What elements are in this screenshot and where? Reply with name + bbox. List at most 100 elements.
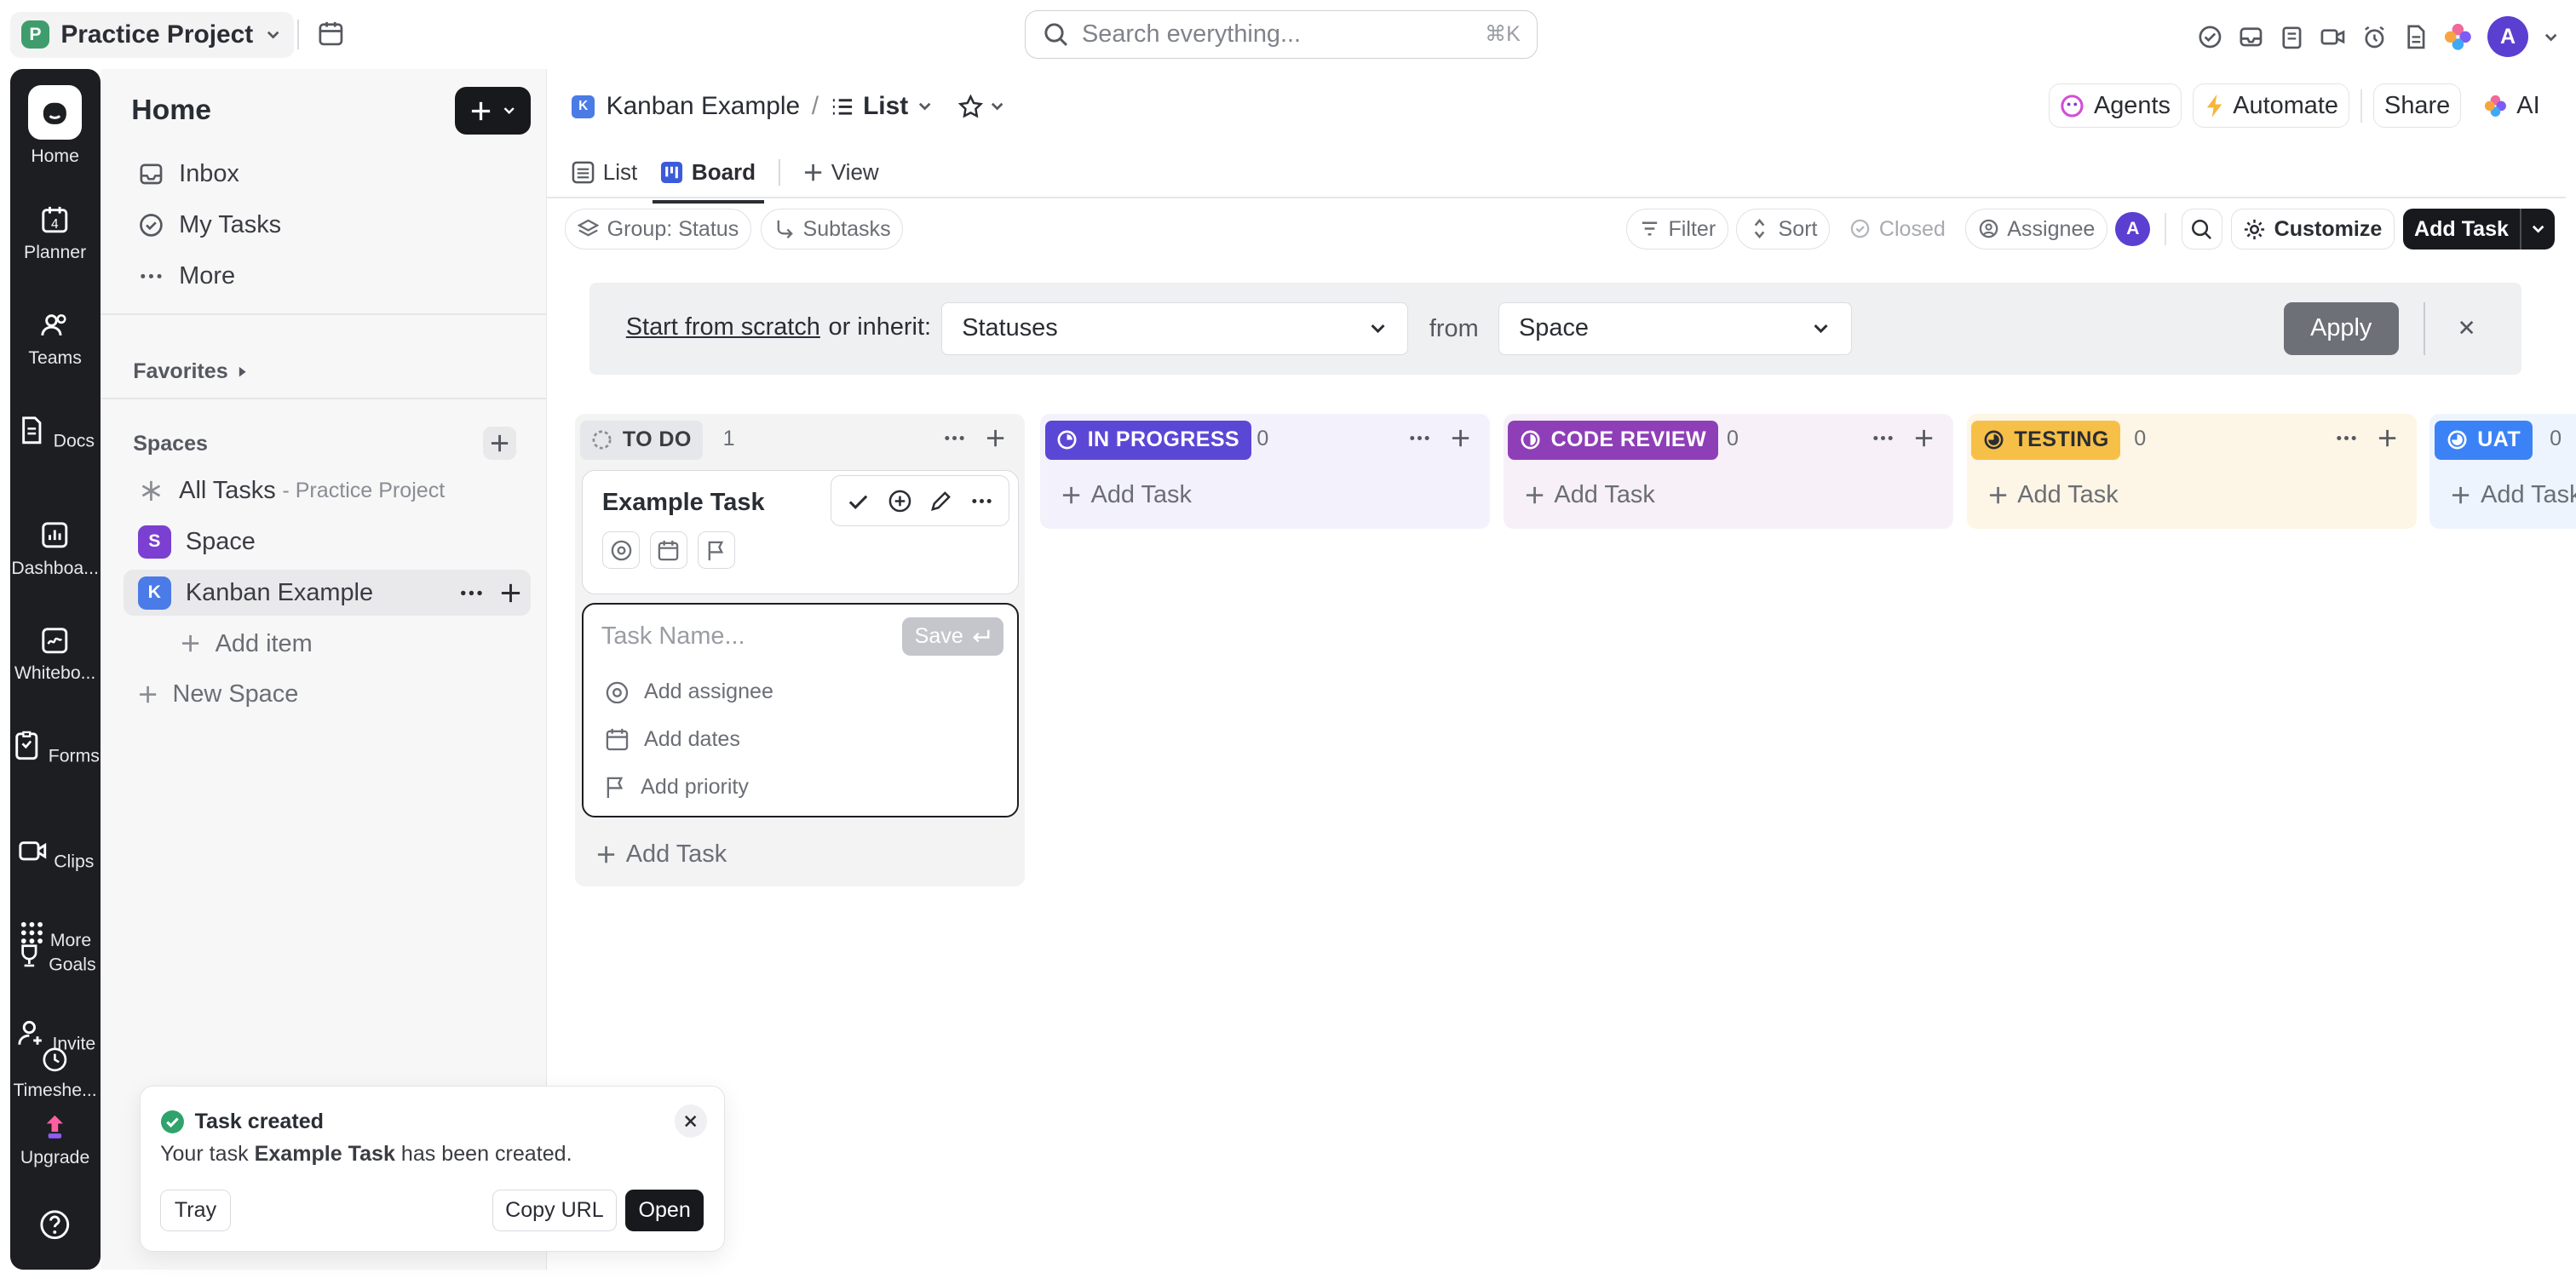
status-pill[interactable]: UAT — [2435, 420, 2533, 460]
rail-item-home[interactable]: Home — [10, 85, 101, 166]
chevron-down-icon[interactable] — [2521, 221, 2555, 237]
add-item-button[interactable]: Add item — [166, 621, 527, 667]
rail-item-planner[interactable]: 4 Planner — [10, 204, 101, 263]
customize-button[interactable]: Customize — [2230, 208, 2395, 250]
column-add-task[interactable]: Add Task — [1988, 481, 2119, 509]
assignee-icon[interactable] — [601, 531, 641, 570]
sidebar-item-all-tasks[interactable]: All Tasks - Practice Project — [124, 468, 531, 514]
more-dots-icon[interactable] — [943, 427, 966, 450]
calendar-icon[interactable] — [317, 20, 345, 48]
tab-board[interactable]: Board — [652, 150, 764, 204]
more-dots-icon[interactable] — [458, 580, 485, 606]
favorite-toggle[interactable] — [957, 94, 1005, 120]
sidebar-item-my-tasks[interactable]: My Tasks — [124, 202, 531, 248]
column-add-task[interactable]: Add Task — [2451, 481, 2576, 509]
add-view-button[interactable]: View — [803, 150, 879, 196]
pencil-icon[interactable] — [929, 490, 952, 513]
ai-button[interactable]: AI — [2472, 83, 2550, 129]
column-add-task[interactable]: Add Task — [1061, 481, 1192, 509]
plus-icon[interactable] — [1451, 428, 1470, 448]
column-add-task[interactable]: Add Task — [1525, 481, 1655, 509]
rail-item-timesheets[interactable]: Timeshe... — [10, 1045, 101, 1101]
add-priority-button[interactable]: Add priority — [605, 775, 749, 800]
task-card[interactable]: Example Task — [581, 469, 1019, 595]
tab-list[interactable]: List — [572, 150, 637, 196]
breadcrumb-view[interactable]: List — [831, 92, 934, 121]
new-task-check-icon[interactable] — [2197, 24, 2223, 50]
video-icon[interactable] — [2320, 24, 2346, 50]
tray-button[interactable]: Tray — [160, 1190, 231, 1231]
search-tasks-button[interactable] — [2181, 208, 2222, 250]
add-assignee-button[interactable]: Add assignee — [605, 680, 773, 704]
rail-item-upgrade[interactable]: Upgrade — [10, 1112, 101, 1168]
task-name-input[interactable]: Task Name... — [601, 622, 745, 651]
closed-chip[interactable]: Closed — [1837, 208, 1958, 250]
status-pill[interactable]: TESTING — [1971, 420, 2121, 460]
share-button[interactable]: Share — [2373, 83, 2461, 129]
rail-item-teams[interactable]: Teams — [10, 309, 101, 369]
alarm-clock-icon[interactable] — [2361, 24, 2388, 50]
status-pill[interactable]: TO DO — [579, 420, 704, 460]
rail-item-forms[interactable]: Forms — [10, 729, 101, 768]
document-icon[interactable] — [2402, 24, 2429, 50]
status-pill[interactable]: CODE REVIEW — [1508, 420, 1718, 460]
open-button[interactable]: Open — [624, 1190, 704, 1231]
subtasks-chip[interactable]: Subtasks — [761, 208, 904, 250]
search-bar[interactable]: Search everything... ⌘K — [1025, 9, 1538, 60]
plus-icon[interactable] — [499, 582, 522, 605]
start-from-scratch-link[interactable]: Start from scratch — [626, 313, 820, 341]
plus-icon[interactable] — [986, 428, 1005, 448]
sidebar-item-inbox[interactable]: Inbox — [124, 151, 531, 197]
task-title[interactable]: Example Task — [602, 489, 765, 517]
rail-item-help[interactable] — [10, 1208, 101, 1247]
more-dots-icon[interactable] — [970, 490, 993, 513]
add-dates-button[interactable]: Add dates — [605, 727, 740, 752]
flag-icon[interactable] — [697, 531, 735, 570]
more-dots-icon[interactable] — [1408, 427, 1431, 450]
date-icon[interactable] — [649, 531, 688, 570]
status-pill[interactable]: IN PROGRESS — [1044, 420, 1251, 460]
more-dots-icon[interactable] — [1872, 427, 1895, 450]
add-circle-icon[interactable] — [888, 489, 912, 513]
rail-item-docs[interactable]: Docs — [10, 414, 101, 453]
statuses-select[interactable]: Statuses — [941, 301, 1408, 355]
add-task-button[interactable]: Add Task — [2402, 208, 2555, 250]
favorites-toggle[interactable]: Favorites — [133, 359, 250, 384]
new-space-button[interactable]: New Space — [124, 672, 531, 718]
plus-icon[interactable] — [1914, 428, 1934, 448]
sidebar-item-kanban-example[interactable]: K Kanban Example — [123, 570, 531, 617]
breadcrumb-space[interactable]: Kanban Example — [607, 92, 801, 121]
assignee-avatar[interactable]: A — [2115, 211, 2150, 247]
rail-item-clips[interactable]: Clips — [10, 835, 101, 874]
group-by-chip[interactable]: Group: Status — [565, 208, 751, 250]
create-button[interactable] — [455, 87, 531, 135]
column-add-task[interactable]: Add Task — [596, 840, 727, 869]
automate-button[interactable]: Automate — [2193, 83, 2349, 129]
close-icon[interactable] — [2458, 318, 2475, 336]
toast-msg-task[interactable]: Example Task — [255, 1142, 395, 1166]
save-button[interactable]: Save — [901, 617, 1004, 656]
more-dots-icon[interactable] — [2335, 427, 2358, 450]
rail-item-goals[interactable]: Goals — [10, 941, 101, 977]
add-space-button[interactable] — [483, 427, 516, 460]
plus-icon[interactable] — [2378, 428, 2397, 448]
rail-item-whiteboards[interactable]: Whitebo... — [10, 624, 101, 684]
notepad-icon[interactable] — [2279, 24, 2305, 50]
space-select[interactable]: Space — [1498, 301, 1852, 355]
close-icon[interactable] — [674, 1104, 708, 1138]
check-icon[interactable] — [847, 490, 870, 513]
assignee-chip[interactable]: Assignee — [1965, 208, 2107, 250]
workspace-switcher[interactable]: P Practice Project — [9, 11, 295, 58]
apps-flower-icon[interactable] — [2443, 22, 2473, 52]
agents-button[interactable]: Agents — [2048, 83, 2182, 129]
sidebar-item-space[interactable]: S Space — [124, 519, 531, 565]
copy-url-button[interactable]: Copy URL — [492, 1190, 618, 1231]
rail-item-dashboards[interactable]: Dashboa... — [10, 519, 101, 578]
inbox-tray-icon[interactable] — [2238, 24, 2264, 50]
avatar[interactable]: A — [2487, 16, 2529, 58]
apply-button[interactable]: Apply — [2283, 301, 2399, 355]
chevron-down-icon[interactable] — [2543, 29, 2559, 45]
filter-chip[interactable]: Filter — [1626, 208, 1728, 250]
sidebar-item-more[interactable]: More — [124, 253, 531, 299]
sort-chip[interactable]: Sort — [1736, 208, 1831, 250]
